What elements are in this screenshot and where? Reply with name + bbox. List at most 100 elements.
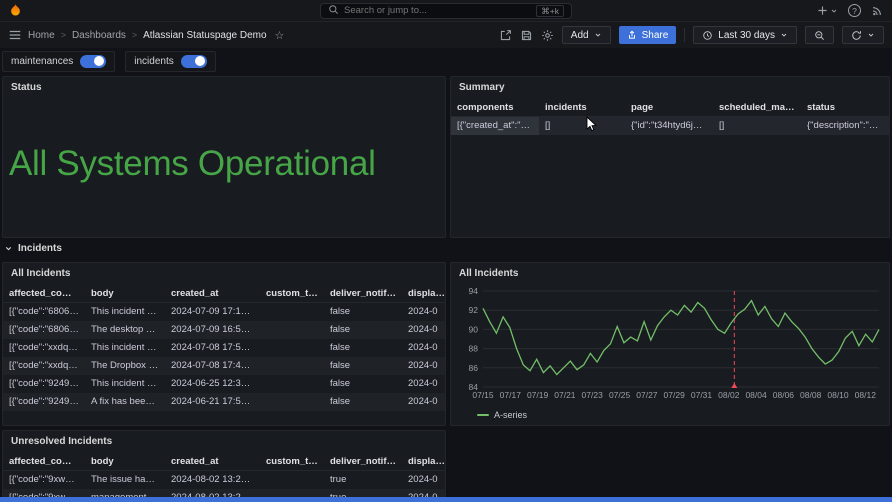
table-cell: 2024-08-02 13:28:55	[171, 474, 260, 485]
column-header[interactable]: deliver_notifications	[324, 453, 402, 470]
table-cell: [{"code":"9249rggclt	[9, 396, 85, 407]
svg-text:94: 94	[469, 286, 479, 296]
help-icon[interactable]: ?	[848, 4, 861, 17]
share-external-icon[interactable]	[499, 29, 512, 42]
favorite-star-icon[interactable]: ☆	[275, 29, 285, 42]
table-row[interactable]: [{"code":"xxdqx0ykq This incident has bee…	[3, 339, 445, 357]
column-header[interactable]: body	[85, 453, 165, 470]
svg-text:07/21: 07/21	[554, 390, 576, 400]
panel-title[interactable]: All Incidents	[3, 263, 445, 285]
menu-hamburger-icon[interactable]	[8, 28, 22, 42]
all-incidents-chart-panel: All Incidents 84 86 88 90 92 94 07/15 07/17 07/1…	[450, 262, 890, 426]
toolbar-divider	[684, 28, 686, 42]
column-header[interactable]: affected_components	[3, 453, 85, 470]
svg-text:07/15: 07/15	[472, 390, 494, 400]
table-cell: [{"created_at":"2015-0	[451, 117, 539, 135]
table-row[interactable]: [{"code":"9xw9j8fch The issue has been id…	[3, 471, 445, 489]
svg-text:07/29: 07/29	[664, 390, 686, 400]
table-cell: true	[330, 474, 347, 485]
panel-title[interactable]: Status	[3, 77, 445, 99]
table-row[interactable]: [{"code":"9249rggclt A fix has been imple…	[3, 393, 445, 411]
table-cell: [{"code":"xxdqx0ykq	[9, 342, 85, 353]
toggle-group-maintenances: maintenances	[2, 50, 116, 72]
search-input[interactable]	[344, 5, 532, 16]
search-box[interactable]: ⌘+k	[320, 2, 572, 19]
breadcrumb-home[interactable]: Home	[28, 30, 55, 41]
dashboard-variables-row: maintenances incidents	[0, 48, 892, 74]
table-row[interactable]: [{"code":"6806922yt The desktop app inst 2…	[3, 321, 445, 339]
all-incidents-table: affected_componentsbodycreated_atcustom_…	[3, 285, 445, 411]
breadcrumb: Home > Dashboards > Atlassian Statuspage…	[28, 29, 284, 42]
table-cell: 2024-0	[408, 360, 438, 371]
table-row[interactable]: [{"code":"xxdqx0ykq The Dropbox website 20…	[3, 357, 445, 375]
table-cell: [{"code":"6806922yt	[9, 306, 85, 317]
summary-panel: Summary components incidents page scheduled…	[450, 76, 890, 238]
table-cell: 2024-0	[408, 342, 438, 353]
breadcrumb-current-dashboard[interactable]: Atlassian Statuspage Demo	[143, 30, 266, 41]
table-cell	[260, 339, 324, 357]
table-cell: 2024-07-08 17:57:52	[171, 342, 260, 353]
table-header-row: affected_componentsbodycreated_atcustom_…	[3, 453, 445, 471]
new-dropdown-button[interactable]	[816, 4, 838, 17]
table-row[interactable]: [{"created_at":"2015-0 [] {"id":"t34htyd6j…	[451, 117, 889, 135]
table-row[interactable]: [{"code":"6806922yt This incident has bee…	[3, 303, 445, 321]
settings-gear-icon[interactable]	[541, 29, 554, 42]
table-cell: 2024-0	[408, 396, 438, 407]
table-cell: 2024-07-08 17:43:11	[171, 360, 259, 371]
column-header[interactable]: created_at	[165, 285, 260, 302]
unresolved-incidents-table: affected_componentsbodycreated_atcustom_…	[3, 453, 445, 502]
column-header[interactable]: custom_tweet	[260, 285, 324, 302]
table-cell: []	[719, 120, 725, 131]
maintenances-toggle-switch[interactable]	[80, 54, 107, 68]
column-header[interactable]: display_at	[402, 285, 445, 302]
panel-title[interactable]: Unresolved Incidents	[3, 431, 445, 453]
dashboard-toolbar: Home > Dashboards > Atlassian Statuspage…	[0, 22, 892, 48]
column-header[interactable]: affected_components	[3, 285, 85, 302]
column-header[interactable]: components	[451, 99, 539, 116]
panel-title[interactable]: Summary	[451, 77, 889, 99]
search-icon	[328, 4, 339, 18]
panel-title[interactable]: All Incidents	[451, 263, 889, 285]
table-cell: A fix has been implen	[91, 396, 165, 407]
toggle-knob	[194, 56, 205, 66]
grafana-logo-icon[interactable]	[8, 3, 23, 18]
share-button[interactable]: Share	[618, 26, 677, 44]
column-header[interactable]: body	[85, 285, 165, 302]
chart-area[interactable]: 84 86 88 90 92 94 07/15 07/17 07/19 07/21 07/23 07/…	[451, 285, 889, 408]
column-header[interactable]: scheduled_maintenances	[713, 99, 801, 116]
column-header[interactable]: display_at	[402, 453, 445, 470]
chevron-down-icon	[831, 9, 837, 13]
add-button[interactable]: Add	[561, 26, 611, 44]
table-cell: [{"code":"9xw9j8fch	[9, 474, 85, 485]
column-header[interactable]: deliver_notifications	[324, 285, 402, 302]
table-header-row: affected_componentsbodycreated_atcustom_…	[3, 285, 445, 303]
svg-text:92: 92	[469, 305, 479, 315]
table-cell: false	[330, 324, 351, 335]
column-header[interactable]: page	[625, 99, 713, 116]
table-row[interactable]: [{"code":"9249rggclt This incident has be…	[3, 375, 445, 393]
incidents-section-header[interactable]: Incidents	[4, 243, 62, 254]
column-header[interactable]: incidents	[539, 99, 625, 116]
svg-text:86: 86	[469, 363, 479, 373]
toggle-knob	[94, 56, 105, 66]
table-cell	[260, 375, 324, 393]
zoom-out-button[interactable]	[805, 26, 834, 44]
column-header[interactable]: status	[801, 99, 885, 116]
refresh-button[interactable]	[842, 26, 884, 44]
incidents-chart-svg[interactable]: 84868890929407/15 07/17 07/19 07/21 07/23 07/…	[457, 285, 883, 403]
column-header[interactable]: created_at	[165, 453, 260, 470]
time-range-picker[interactable]: Last 30 days	[693, 26, 797, 44]
table-cell: 2024-0	[408, 474, 438, 485]
breadcrumb-dashboards[interactable]: Dashboards	[72, 30, 126, 41]
legend-series-label[interactable]: A-series	[494, 410, 527, 420]
table-cell	[260, 357, 324, 375]
column-header[interactable]: custom_tweet	[260, 453, 324, 470]
table-cell: This incident has bee	[91, 342, 165, 353]
news-rss-icon[interactable]	[871, 4, 884, 17]
table-cell: false	[330, 306, 351, 317]
incidents-toggle-switch[interactable]	[180, 54, 207, 68]
save-dashboard-icon[interactable]	[520, 29, 533, 42]
table-cell: {"id":"t34htyd6jblf","nc	[631, 120, 713, 131]
chart-legend[interactable]: A-series	[451, 408, 889, 420]
table-header-row: componentsincidentspagescheduled_mainten…	[451, 99, 889, 117]
